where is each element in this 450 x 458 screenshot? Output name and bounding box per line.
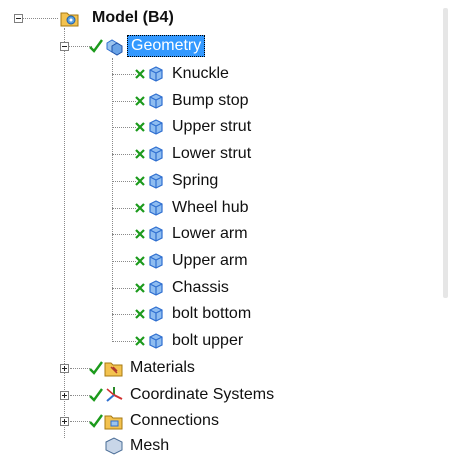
green-x-icon bbox=[135, 176, 145, 186]
materials-folder-icon bbox=[104, 362, 123, 377]
tree-node-mesh[interactable]: Mesh bbox=[104, 434, 171, 458]
tree-guide-line bbox=[112, 208, 136, 209]
body-cube-icon bbox=[149, 253, 163, 269]
green-check-icon bbox=[89, 388, 103, 402]
tree-guide-line bbox=[112, 314, 136, 315]
collapse-model-button[interactable] bbox=[14, 14, 23, 23]
body-cube-icon bbox=[149, 280, 163, 296]
expand-materials-button[interactable] bbox=[60, 364, 69, 373]
tree-guide-line bbox=[18, 18, 58, 19]
tree-guide-line bbox=[112, 74, 136, 75]
model-folder-icon bbox=[60, 12, 79, 27]
body-cube-icon bbox=[149, 200, 163, 216]
collapse-geometry-button[interactable] bbox=[60, 42, 69, 51]
body-cube-icon bbox=[149, 146, 163, 162]
tree-node-body[interactable]: Upper strut bbox=[134, 115, 253, 139]
green-x-icon bbox=[135, 122, 145, 132]
body-cube-icon bbox=[149, 93, 163, 109]
tree-node-body[interactable]: Spring bbox=[134, 169, 220, 193]
model-label: Model (B4) bbox=[92, 9, 174, 26]
green-x-icon bbox=[135, 336, 145, 346]
body-label: Spring bbox=[172, 172, 219, 189]
materials-label: Materials bbox=[130, 359, 195, 376]
tree-guide-line bbox=[112, 341, 136, 342]
tree-node-body[interactable]: bolt upper bbox=[134, 329, 245, 353]
tree-node-body[interactable]: Upper arm bbox=[134, 249, 250, 273]
tree-node-coordinate-systems[interactable]: Coordinate Systems bbox=[88, 383, 276, 407]
green-check-icon bbox=[89, 39, 103, 53]
body-label: Wheel hub bbox=[172, 199, 249, 216]
body-cube-icon bbox=[149, 226, 163, 242]
outline-tree: Model (B4) Geometry Knuckle Bump stop Up… bbox=[0, 0, 450, 455]
tree-node-body[interactable]: Lower strut bbox=[134, 142, 253, 166]
tree-node-model[interactable]: Model (B4) bbox=[60, 6, 176, 30]
body-label: Upper strut bbox=[172, 118, 252, 135]
connections-folder-icon bbox=[104, 415, 123, 430]
green-x-icon bbox=[135, 256, 145, 266]
green-x-icon bbox=[135, 203, 145, 213]
body-label: bolt bottom bbox=[172, 305, 252, 322]
body-cube-icon bbox=[149, 306, 163, 322]
green-check-icon bbox=[89, 414, 103, 428]
tree-guide-line bbox=[70, 395, 90, 396]
body-label: Lower arm bbox=[172, 225, 248, 242]
tree-guide-line bbox=[70, 368, 90, 369]
tree-guide-line bbox=[112, 234, 136, 235]
coordinate-axes-icon bbox=[106, 387, 123, 402]
tree-node-geometry[interactable]: Geometry bbox=[88, 34, 206, 58]
body-cube-icon bbox=[149, 119, 163, 135]
tree-guide-line bbox=[64, 28, 65, 438]
green-check-icon bbox=[89, 361, 103, 375]
expand-coordinate-systems-button[interactable] bbox=[60, 391, 69, 400]
green-x-icon bbox=[135, 69, 145, 79]
body-cube-icon bbox=[149, 173, 163, 189]
tree-node-connections[interactable]: Connections bbox=[88, 409, 221, 433]
green-x-icon bbox=[135, 149, 145, 159]
body-label: Knuckle bbox=[172, 65, 229, 82]
body-cube-icon bbox=[149, 66, 163, 82]
green-x-icon bbox=[135, 96, 145, 106]
body-cube-icon bbox=[149, 333, 163, 349]
tree-guide-line bbox=[112, 154, 136, 155]
tree-guide-line bbox=[70, 421, 90, 422]
body-label: Bump stop bbox=[172, 92, 249, 109]
tree-guide-line bbox=[112, 181, 136, 182]
tree-node-body[interactable]: Wheel hub bbox=[134, 196, 251, 220]
tree-node-body[interactable]: Chassis bbox=[134, 276, 231, 300]
tree-node-materials[interactable]: Materials bbox=[88, 356, 197, 380]
tree-guide-line bbox=[112, 261, 136, 262]
tree-guide-line bbox=[112, 288, 136, 289]
green-x-icon bbox=[135, 309, 145, 319]
tree-node-body[interactable]: Lower arm bbox=[134, 222, 250, 246]
vertical-scrollbar[interactable] bbox=[443, 8, 448, 298]
green-x-icon bbox=[135, 283, 145, 293]
tree-guide-line bbox=[112, 127, 136, 128]
mesh-label: Mesh bbox=[130, 437, 170, 454]
body-label: Chassis bbox=[172, 279, 229, 296]
green-x-icon bbox=[135, 229, 145, 239]
expand-connections-button[interactable] bbox=[60, 417, 69, 426]
tree-node-body[interactable]: Knuckle bbox=[134, 62, 231, 86]
body-label: bolt upper bbox=[172, 332, 244, 349]
body-label: Lower strut bbox=[172, 145, 252, 162]
tree-guide-line bbox=[112, 101, 136, 102]
geometry-cubes-icon bbox=[106, 39, 123, 56]
geometry-label: Geometry bbox=[127, 35, 206, 57]
body-label: Upper arm bbox=[172, 252, 248, 269]
tree-node-body[interactable]: Bump stop bbox=[134, 89, 250, 113]
tree-node-body[interactable]: bolt bottom bbox=[134, 302, 253, 326]
mesh-icon bbox=[105, 437, 123, 455]
coordinate-systems-label: Coordinate Systems bbox=[130, 386, 275, 403]
connections-label: Connections bbox=[130, 412, 219, 429]
